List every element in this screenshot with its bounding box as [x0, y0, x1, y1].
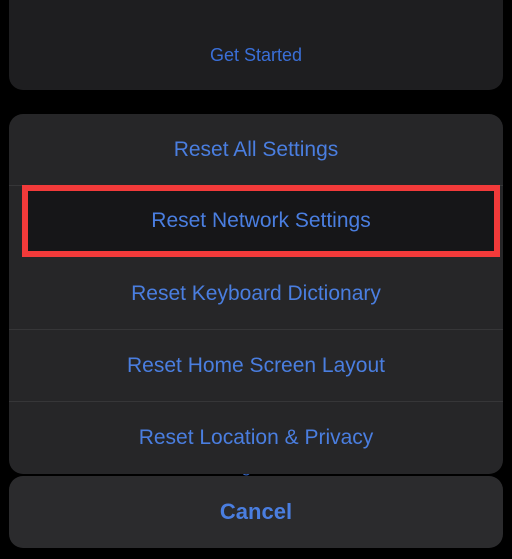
option-label: Reset Home Screen Layout [127, 354, 385, 378]
reset-location-privacy-option[interactable]: Reset Location & Privacy [9, 402, 503, 474]
background-panel: Get Started [9, 0, 503, 90]
cancel-button[interactable]: Cancel [9, 476, 503, 548]
option-label: Reset Keyboard Dictionary [131, 282, 381, 306]
highlighted-option-label: Reset Network Settings [151, 209, 370, 233]
reset-all-settings-option[interactable]: Reset All Settings [9, 114, 503, 186]
reset-home-screen-layout-option[interactable]: Reset Home Screen Layout [9, 330, 503, 402]
cancel-label: Cancel [220, 499, 292, 525]
reset-keyboard-dictionary-option[interactable]: Reset Keyboard Dictionary [9, 258, 503, 330]
reset-action-sheet: Reset All Settings Reset Network Setting… [9, 114, 503, 474]
option-label: Reset Location & Privacy [139, 426, 374, 450]
highlighted-option[interactable]: Reset Network Settings [22, 185, 500, 257]
option-label: Reset All Settings [174, 138, 339, 162]
get-started-button[interactable]: Get Started [210, 45, 302, 66]
